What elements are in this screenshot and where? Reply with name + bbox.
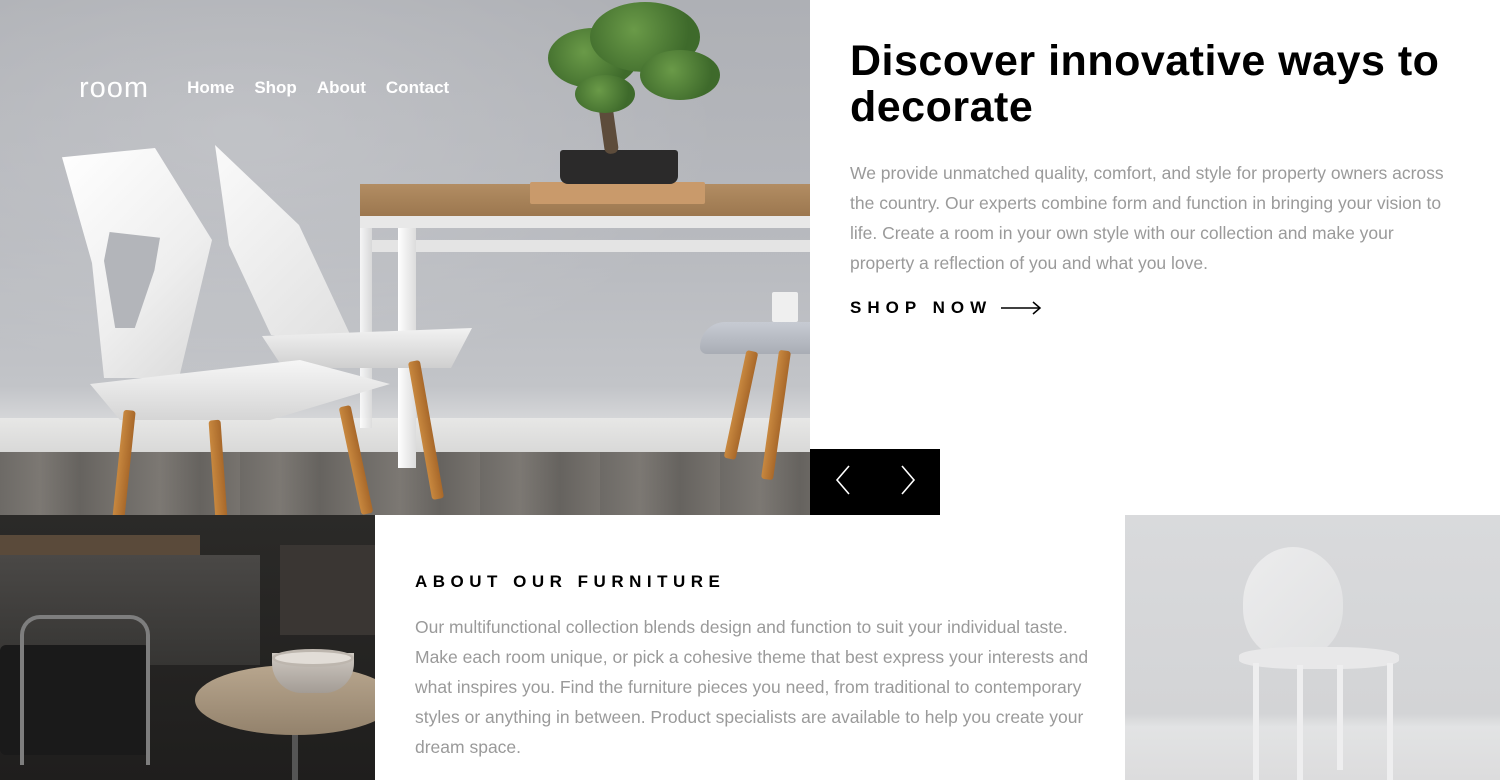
shop-now-button[interactable]: SHOP NOW <box>850 298 1460 318</box>
about-heading: ABOUT OUR FURNITURE <box>415 572 726 591</box>
hero-content: Discover innovative ways to decorate We … <box>850 38 1460 318</box>
about-description: Our multifunctional collection blends de… <box>415 617 1089 757</box>
bonsai-foliage <box>575 75 635 113</box>
about-image-dark <box>0 515 375 780</box>
nav-link-contact[interactable]: Contact <box>386 70 449 106</box>
main-nav: room Home Shop About Contact <box>79 70 449 106</box>
table-leg <box>360 228 372 428</box>
bonsai-foliage <box>640 50 720 100</box>
armchair-frame <box>20 615 150 765</box>
chair-leg <box>1253 663 1259 780</box>
hero-description: We provide unmatched quality, comfort, a… <box>850 163 1444 273</box>
chair-back <box>1243 547 1343 659</box>
chair-leg <box>1387 663 1393 780</box>
nav-links: Home Shop About Contact <box>187 70 449 106</box>
shelf <box>280 545 375 635</box>
about-image-light <box>1125 515 1500 780</box>
bonsai-pot <box>560 150 678 184</box>
bowl-rim <box>272 649 354 667</box>
bonsai-tray <box>530 182 705 204</box>
stool-seat <box>700 322 810 354</box>
nav-link-about[interactable]: About <box>317 70 366 106</box>
table-rail <box>372 240 810 252</box>
about-section: ABOUT OUR FURNITURE Our multifunctional … <box>375 515 1125 780</box>
wall-outlet <box>772 292 798 322</box>
logo[interactable]: room <box>79 70 149 106</box>
slider-controls <box>810 449 940 515</box>
chevron-right-icon <box>900 464 916 500</box>
chevron-left-icon <box>835 464 851 500</box>
slider-prev-button[interactable] <box>810 449 875 515</box>
nav-link-home[interactable]: Home <box>187 70 234 106</box>
chair-leg <box>1297 665 1303 780</box>
shop-now-label: SHOP NOW <box>850 298 993 317</box>
arrow-right-icon <box>1000 301 1042 315</box>
slider-next-button[interactable] <box>875 449 940 515</box>
chair-leg <box>1337 665 1343 770</box>
chair-seat <box>1239 647 1399 669</box>
hero-title: Discover innovative ways to decorate <box>850 37 1440 131</box>
nav-link-shop[interactable]: Shop <box>254 70 297 106</box>
